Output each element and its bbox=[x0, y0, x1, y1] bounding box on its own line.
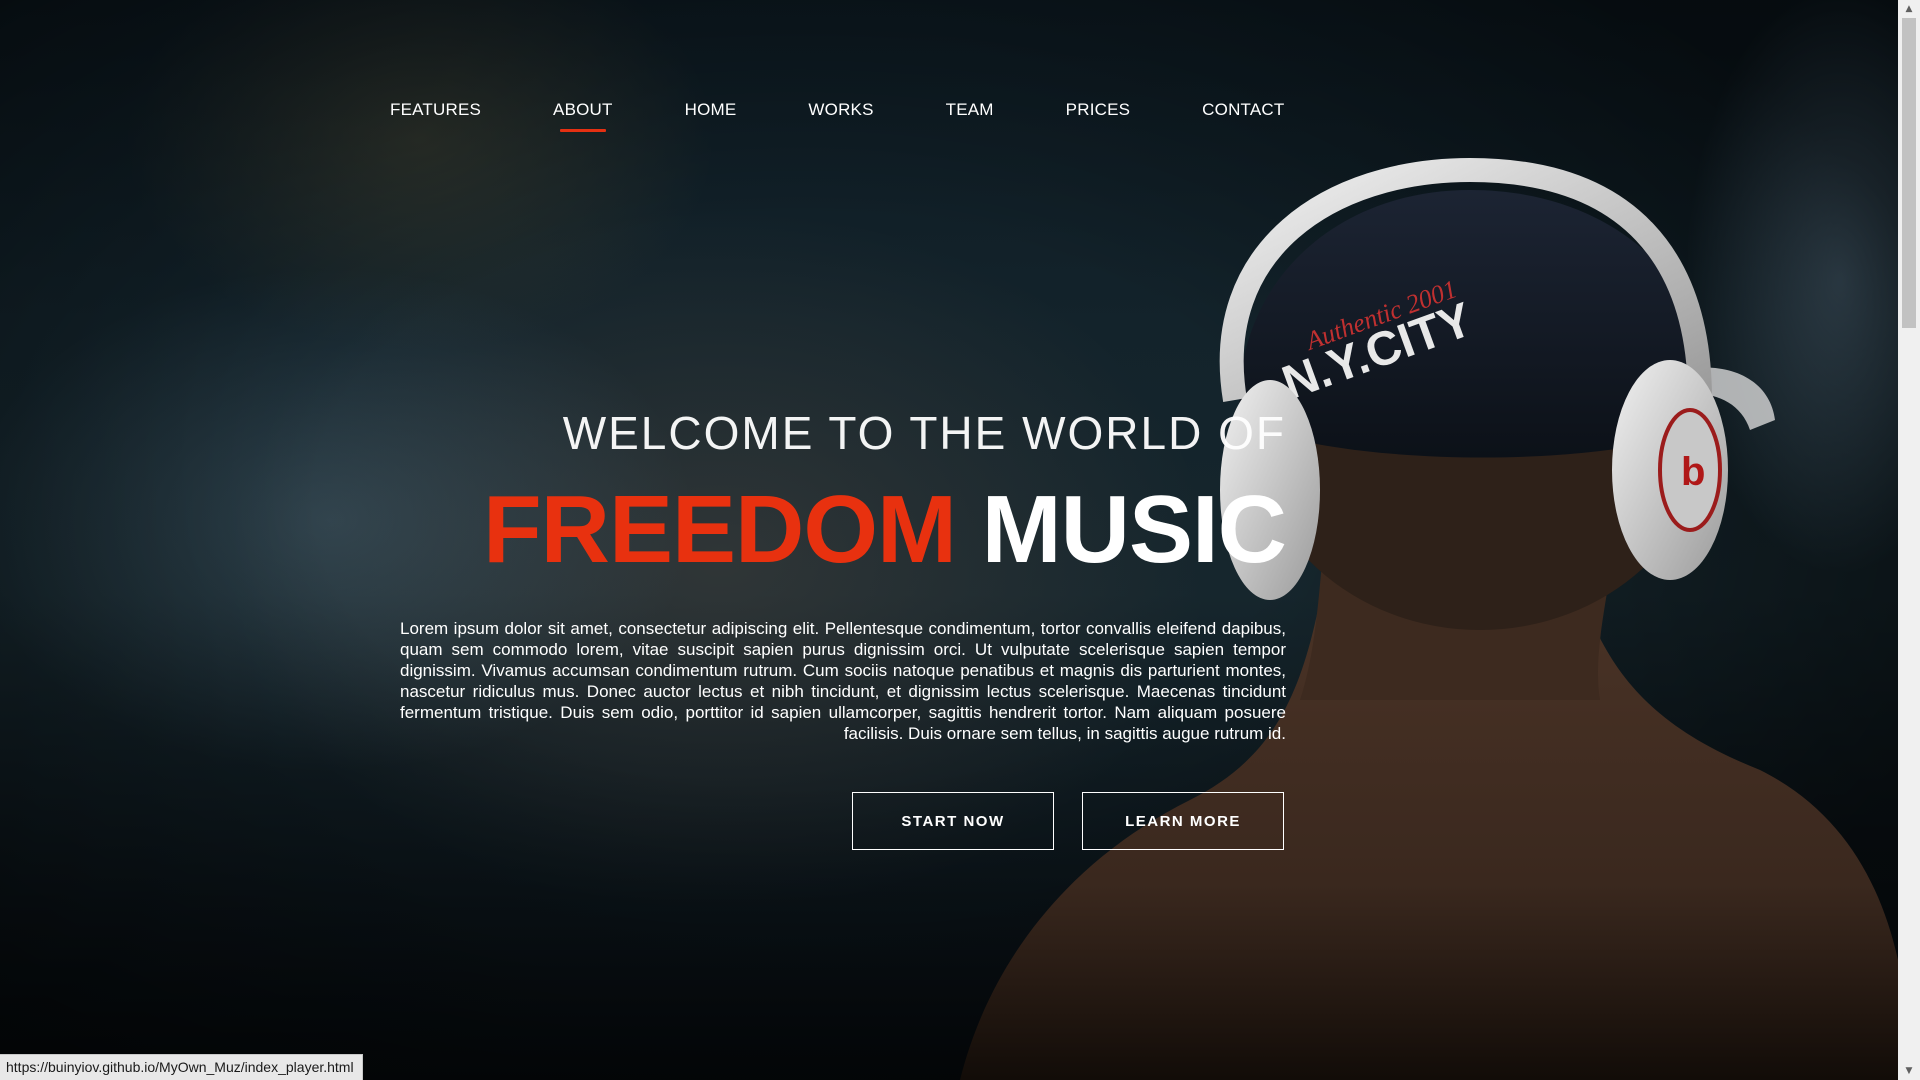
hero-headline: FREEDOM MUSIC bbox=[400, 482, 1287, 578]
scroll-down-arrow-icon[interactable]: ▼ bbox=[1898, 1062, 1920, 1080]
start-now-button[interactable]: START NOW bbox=[852, 792, 1054, 850]
nav-item-home[interactable]: HOME bbox=[685, 96, 737, 132]
headline-freedom: FREEDOM bbox=[483, 476, 957, 583]
hero-content: WELCOME TO THE WORLD OF FREEDOM MUSIC Lo… bbox=[400, 407, 1287, 744]
scroll-up-arrow-icon[interactable]: ▲ bbox=[1898, 0, 1920, 18]
headline-music: MUSIC bbox=[981, 476, 1287, 583]
hero-buttons: START NOW LEARN MORE bbox=[852, 792, 1284, 850]
nav-item-features[interactable]: FEATURES bbox=[390, 96, 481, 132]
status-bar-url: https://buinyiov.github.io/MyOwn_Muz/ind… bbox=[0, 1054, 363, 1080]
headphone-logo: b bbox=[1681, 450, 1705, 494]
nav-item-contact[interactable]: CONTACT bbox=[1202, 96, 1284, 132]
main-nav: FEATURES ABOUT HOME WORKS TEAM PRICES CO… bbox=[390, 96, 1356, 132]
learn-more-button[interactable]: LEARN MORE bbox=[1082, 792, 1284, 850]
hero-description: Lorem ipsum dolor sit amet, consectetur … bbox=[400, 619, 1286, 743]
scrollbar-thumb[interactable] bbox=[1902, 18, 1916, 328]
nav-item-works[interactable]: WORKS bbox=[808, 96, 873, 132]
nav-item-prices[interactable]: PRICES bbox=[1066, 96, 1131, 132]
vertical-scrollbar[interactable]: ▲ ▼ bbox=[1898, 0, 1920, 1080]
hero-welcome-text: WELCOME TO THE WORLD OF bbox=[562, 407, 1286, 459]
nav-item-team[interactable]: TEAM bbox=[946, 96, 994, 132]
nav-item-about[interactable]: ABOUT bbox=[553, 96, 613, 132]
